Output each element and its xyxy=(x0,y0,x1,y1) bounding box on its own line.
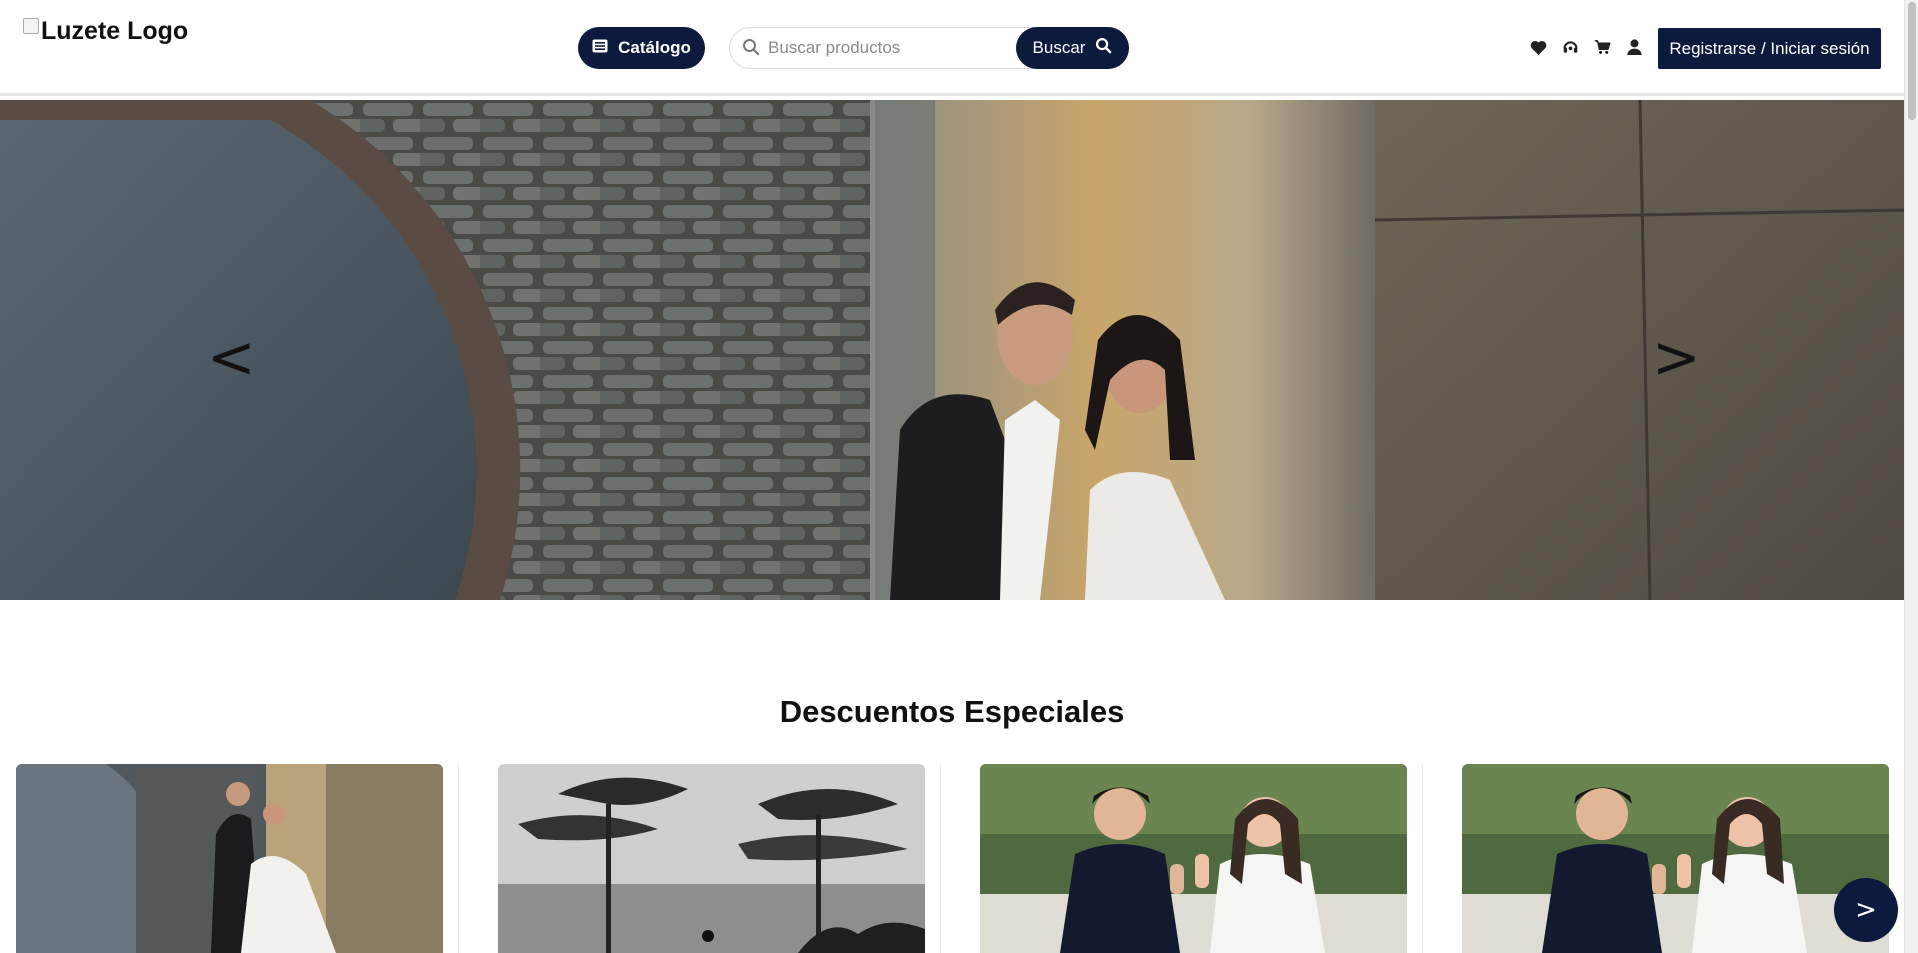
site-header: Luzete Logo Catálogo Buscar productos Bu… xyxy=(0,0,1904,96)
carousel-prev-button[interactable]: < xyxy=(207,328,256,386)
cart-icon[interactable] xyxy=(1592,37,1612,57)
search-bar: Buscar xyxy=(729,27,1129,69)
section-title: Descuentos Especiales xyxy=(779,694,1125,729)
product-image xyxy=(16,764,443,953)
search-input[interactable] xyxy=(768,28,1038,68)
user-icon[interactable] xyxy=(1624,37,1644,57)
search-icon xyxy=(742,38,760,61)
product-card[interactable] xyxy=(1462,764,1889,953)
hero-image xyxy=(0,100,1904,600)
product-card[interactable] xyxy=(498,764,925,953)
scrollbar-thumb[interactable] xyxy=(1908,2,1916,120)
product-card[interactable] xyxy=(16,764,443,953)
support-icon[interactable] xyxy=(1560,37,1580,57)
discount-carousel xyxy=(0,764,1904,953)
search-icon xyxy=(1095,37,1112,59)
logo[interactable]: Luzete Logo xyxy=(23,17,188,46)
logo-alt-text: Luzete Logo xyxy=(41,17,189,45)
catalog-icon xyxy=(592,38,608,58)
search-button-label: Buscar xyxy=(1032,38,1086,57)
product-image xyxy=(498,764,925,953)
product-card[interactable] xyxy=(980,764,1407,953)
discount-next-button[interactable]: > xyxy=(1834,878,1898,942)
register-login-label: Registrarse / Iniciar sesión xyxy=(1669,38,1870,58)
header-icons xyxy=(1528,37,1644,57)
card-divider xyxy=(940,764,941,953)
carousel-next-button[interactable]: > xyxy=(1652,328,1701,386)
page: Luzete Logo Catálogo Buscar productos Bu… xyxy=(0,0,1918,953)
product-image xyxy=(980,764,1407,953)
register-login-button[interactable]: Registrarse / Iniciar sesión xyxy=(1658,28,1881,69)
card-divider xyxy=(1422,764,1423,953)
heart-icon[interactable] xyxy=(1528,37,1548,57)
catalog-label: Catálogo xyxy=(618,38,691,57)
broken-image-icon xyxy=(23,17,39,34)
product-image xyxy=(1462,764,1889,953)
hero-carousel: < > xyxy=(0,100,1904,600)
catalog-button[interactable]: Catálogo xyxy=(578,27,705,69)
card-divider xyxy=(458,764,459,953)
search-button[interactable]: Buscar xyxy=(1016,27,1129,69)
page-scrollbar[interactable] xyxy=(1904,0,1918,953)
